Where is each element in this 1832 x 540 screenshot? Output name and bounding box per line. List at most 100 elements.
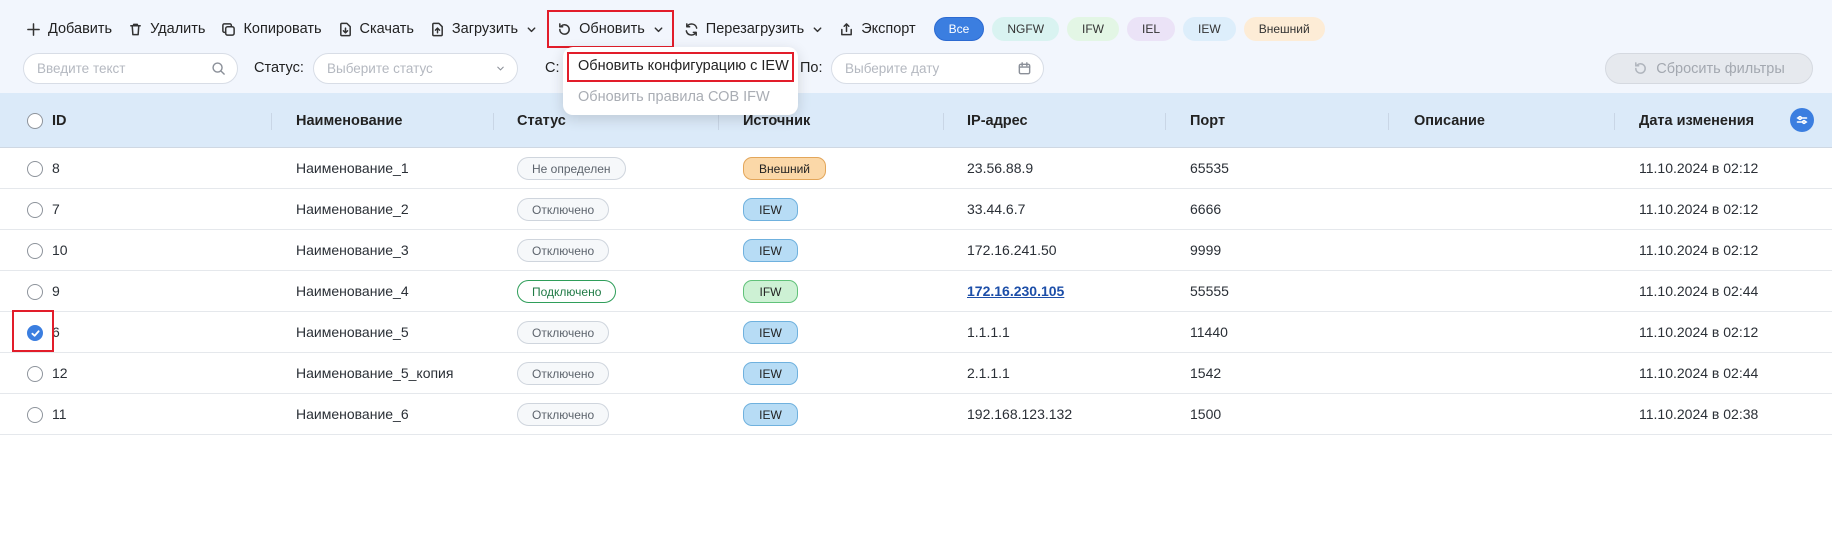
cell-name: Наименование_3	[296, 242, 409, 258]
status-badge: Отключено	[517, 239, 610, 262]
column-header-id[interactable]: ID	[52, 113, 67, 129]
menu-item-update-ids-rules-ifw: Обновить правила СОВ IFW	[578, 89, 770, 105]
cell-name: Наименование_6	[296, 406, 409, 422]
upload-icon	[431, 22, 443, 36]
menu-item-update-config-iew[interactable]: Обновить конфигурацию с IEW	[567, 52, 794, 82]
cell-date: 11.10.2024 в 02:38	[1639, 406, 1759, 422]
filter-chip-ifw[interactable]: IFW	[1067, 17, 1120, 41]
column-divider	[1388, 113, 1389, 130]
source-badge: IEW	[743, 403, 798, 426]
table-row[interactable]: 10 Наименование_3 Отключено IEW 172.16.241.5…	[0, 230, 1832, 271]
column-header-ip[interactable]: IP-адрес	[967, 113, 1028, 129]
table-row[interactable]: 7 Наименование_2 Отключено IEW 33.44.6.7 6666…	[0, 189, 1832, 230]
calendar-icon	[1018, 62, 1031, 75]
date-placeholder: Выберите дату	[845, 61, 940, 76]
row-checkbox[interactable]	[27, 407, 43, 423]
source-badge: IEW	[743, 198, 798, 221]
column-header-name[interactable]: Наименование	[296, 113, 402, 129]
copy-button[interactable]: Копировать	[213, 14, 329, 44]
filter-chip-ngfw[interactable]: NGFW	[992, 17, 1060, 41]
reload-button[interactable]: Перезагрузить	[676, 14, 831, 44]
chevron-down-icon	[654, 26, 663, 32]
source-badge: IEW	[743, 362, 798, 385]
status-badge: Отключено	[517, 321, 610, 344]
table-row[interactable]: 8 Наименование_1 Не определен Внешний 23.56.…	[0, 148, 1832, 189]
cell-id: 8	[52, 160, 60, 176]
source-badge: IFW	[743, 280, 798, 303]
column-divider	[493, 113, 494, 130]
cell-ip: 23.56.88.9	[967, 160, 1034, 176]
cell-name: Наименование_5_копия	[296, 365, 454, 381]
cell-date: 11.10.2024 в 02:44	[1639, 283, 1759, 299]
table-row[interactable]: 12 Наименование_5_копия Отключено IEW 2.1.1.…	[0, 353, 1832, 394]
delete-button[interactable]: Удалить	[120, 14, 213, 44]
date-to-label: По:	[800, 60, 823, 76]
delete-label: Удалить	[150, 21, 206, 37]
cell-date: 11.10.2024 в 02:12	[1639, 242, 1759, 258]
add-label: Добавить	[48, 21, 113, 37]
cell-port: 9999	[1190, 242, 1222, 258]
cell-port: 65535	[1190, 160, 1229, 176]
add-button[interactable]: Добавить	[18, 14, 120, 44]
date-from-label: С:	[545, 60, 560, 76]
reset-filters-button[interactable]: Сбросить фильтры	[1605, 53, 1813, 84]
upload-button[interactable]: Загрузить	[422, 14, 545, 44]
update-button[interactable]: Обновить	[547, 10, 674, 48]
column-divider	[718, 113, 719, 130]
copy-icon	[222, 22, 236, 36]
chevron-down-icon	[527, 26, 536, 32]
filter-chip-iew[interactable]: IEW	[1183, 17, 1236, 41]
filter-chip-все[interactable]: Все	[933, 17, 985, 41]
search-icon	[212, 62, 225, 75]
reload-icon	[685, 22, 698, 36]
reset-filters-label: Сбросить фильтры	[1656, 60, 1785, 77]
cell-ip: 1.1.1.1	[967, 324, 1010, 340]
update-dropdown-menu: Обновить конфигурацию с IEW Обновить пра…	[563, 47, 798, 115]
row-checkbox[interactable]	[27, 284, 43, 300]
cell-port: 1542	[1190, 365, 1222, 381]
trash-icon	[130, 23, 142, 35]
cell-name: Наименование_2	[296, 201, 409, 217]
status-badge: Отключено	[517, 362, 610, 385]
download-button[interactable]: Скачать	[330, 14, 422, 44]
copy-label: Копировать	[243, 21, 322, 37]
row-checkbox[interactable]	[27, 366, 43, 382]
cell-id: 6	[52, 324, 60, 340]
row-checkbox[interactable]	[27, 243, 43, 259]
column-header-status[interactable]: Статус	[517, 113, 566, 129]
status-select[interactable]: Выберите статус	[313, 53, 518, 84]
column-header-source[interactable]: Источник	[743, 113, 810, 129]
source-badge: IEW	[743, 321, 798, 344]
table-row[interactable]: 9 Наименование_4 Подключено IFW 172.16.230.1…	[0, 271, 1832, 312]
table-row[interactable]: 11 Наименование_6 Отключено IEW 192.168.123.…	[0, 394, 1832, 435]
ip-address-link[interactable]: 172.16.230.105	[967, 283, 1064, 299]
refresh-icon	[559, 22, 571, 35]
export-button[interactable]: Экспорт	[831, 14, 923, 44]
filter-chip-внешний[interactable]: Внешний	[1243, 17, 1325, 41]
update-label: Обновить	[579, 21, 645, 37]
date-to-input[interactable]: Выберите дату	[831, 53, 1044, 84]
column-settings-button[interactable]	[1790, 108, 1814, 132]
filter-chip-iel[interactable]: IEL	[1127, 17, 1176, 41]
row-checkbox[interactable]	[27, 161, 43, 177]
status-placeholder: Выберите статус	[327, 61, 433, 76]
cell-id: 12	[52, 365, 68, 381]
status-badge: Не определен	[517, 157, 626, 180]
table-row[interactable]: 6 Наименование_5 Отключено IEW 1.1.1.1 11440 1…	[0, 312, 1832, 353]
search-input[interactable]: Введите текст	[23, 53, 238, 84]
cell-name: Наименование_1	[296, 160, 409, 176]
column-header-port[interactable]: Порт	[1190, 113, 1225, 129]
filters-row: Введите текст Статус: Выберите статус С:…	[23, 53, 1813, 85]
cell-date: 11.10.2024 в 02:44	[1639, 365, 1759, 381]
row-checkbox[interactable]	[27, 202, 43, 218]
select-all-checkbox[interactable]	[27, 113, 43, 129]
column-header-description[interactable]: Описание	[1414, 113, 1485, 129]
plus-icon	[27, 22, 40, 36]
top-panel: Добавить Удалить Копировать Скачать Загр…	[0, 0, 1832, 93]
chevron-down-icon	[497, 66, 504, 71]
status-badge: Подключено	[517, 280, 617, 303]
cell-port: 6666	[1190, 201, 1222, 217]
cell-ip: 192.168.123.132	[967, 406, 1073, 422]
download-label: Скачать	[359, 21, 414, 37]
column-header-date[interactable]: Дата изменения	[1639, 113, 1754, 129]
